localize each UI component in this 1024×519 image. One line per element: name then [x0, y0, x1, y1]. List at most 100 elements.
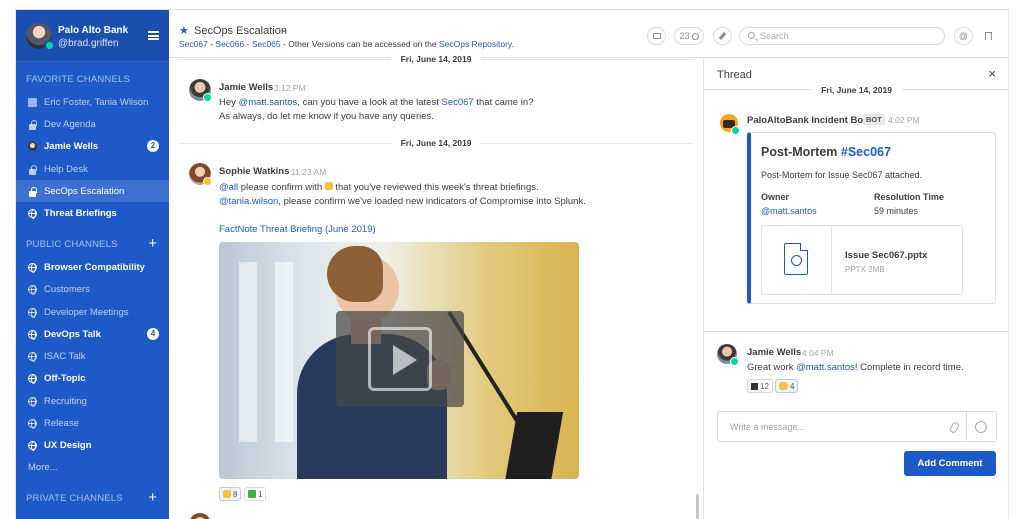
attachment-icon[interactable]	[948, 420, 961, 435]
sidebar-item-threat-briefings[interactable]: Threat Briefings	[16, 202, 169, 224]
file-icon-area	[762, 226, 832, 294]
username: @brad.griffen	[58, 38, 119, 49]
sidebar-item-isac-talk[interactable]: ISAC Talk	[16, 345, 169, 367]
reply-input[interactable]: Write a message...	[717, 411, 997, 442]
app-window: Palo Alto Bank @brad.griffen FAVORITE CH…	[16, 10, 1008, 519]
podium	[504, 412, 564, 479]
reaction-raised-hands[interactable]: 4	[775, 379, 799, 393]
sidebar-item-recruiting[interactable]: Recruiting	[16, 390, 169, 412]
resolution-time-value: 59 minutes	[874, 206, 919, 216]
sidebar-item-browser-compatibility[interactable]: Browser Compatibility	[16, 256, 169, 278]
online-status-icon	[203, 93, 212, 102]
reply-author[interactable]: Jamie Wells	[747, 347, 801, 358]
raised-hands-icon	[779, 382, 788, 390]
attachment-text: Post-Mortem for Issue Sec067 attached.	[761, 170, 923, 180]
mention-link[interactable]: @matt.santos	[796, 362, 855, 373]
thumbs-up-icon	[324, 182, 333, 190]
thread-panel: Thread × Fri, June 14, 2019 PaloAltoBank…	[703, 58, 1008, 519]
sidebar-item-off-topic[interactable]: Off-Topic	[16, 367, 169, 389]
play-icon	[368, 327, 432, 391]
post-mortem-attachment: Post-Mortem #Sec067 Post-Mortem for Issu…	[747, 132, 996, 304]
favorite-channels-header: FAVORITE CHANNELS	[26, 74, 131, 85]
mention-link[interactable]: @matt.santos	[239, 97, 298, 108]
briefing-link[interactable]: FactNote Threat Briefing (June 2019)	[219, 224, 376, 235]
sidebar-item-release[interactable]: Release	[16, 412, 169, 434]
close-icon[interactable]: ×	[988, 66, 996, 81]
add-private-channel-icon[interactable]: +	[148, 490, 157, 505]
unread-badge: 4	[147, 328, 159, 340]
add-comment-button[interactable]: Add Comment	[904, 451, 996, 476]
play-triangle	[393, 345, 417, 375]
pin-icon	[718, 31, 727, 41]
globe-icon	[28, 329, 37, 340]
hamburger-menu-icon[interactable]	[148, 31, 159, 40]
message-text: As always, do let me know if you have an…	[219, 111, 434, 122]
add-public-channel-icon[interactable]: +	[148, 236, 157, 251]
video-preview[interactable]	[219, 242, 579, 479]
reply-text: Great work @matt.santos! Complete in rec…	[747, 362, 964, 373]
check-mark-icon	[248, 490, 256, 498]
owner-mention[interactable]: @matt.santos	[761, 206, 817, 216]
globe-icon	[28, 418, 37, 429]
mention-link[interactable]: @all	[219, 182, 238, 193]
team-header[interactable]: Palo Alto Bank @brad.griffen	[16, 10, 169, 62]
message-author[interactable]: Sophie Watkins	[219, 166, 289, 177]
sidebar-item-developer-meetings[interactable]: Developer Meetings	[16, 301, 169, 323]
flag-icon	[985, 32, 992, 40]
file-name[interactable]: Issue Sec067.pptx	[845, 250, 927, 261]
reaction-thumbs-up[interactable]: 8	[219, 487, 242, 501]
away-status-icon	[203, 177, 212, 186]
message-list: Fri, June 14, 2019 Jamie Wells 3:12 PM H…	[169, 10, 703, 519]
message-author[interactable]: Jamie Wells	[219, 82, 273, 93]
message-time: 4:02 PM	[888, 115, 920, 125]
divider	[966, 412, 967, 441]
file-meta: PPTX 2MB	[845, 265, 885, 274]
sec067-link[interactable]: Sec067	[441, 97, 473, 108]
file-attachment[interactable]: Issue Sec067.pptx PPTX 2MB	[761, 225, 963, 295]
message-text: @tania.wilson, please confirm we've load…	[219, 196, 586, 207]
search-input[interactable]: Search	[739, 27, 945, 45]
sidebar-more-link[interactable]: More...	[16, 456, 169, 478]
sec067-channel-link[interactable]: #Sec067	[841, 145, 891, 159]
at-icon: @	[958, 31, 969, 41]
unread-badge: 2	[147, 140, 159, 152]
message-time: 3:12 PM	[274, 83, 306, 93]
message-time: 4:04 PM	[802, 348, 834, 358]
bot-name[interactable]: PaloAltoBank Incident Bot	[747, 115, 866, 126]
flagged-button[interactable]	[979, 27, 998, 45]
scrollbar[interactable]	[696, 494, 699, 519]
globe-icon	[28, 396, 37, 407]
online-status-icon	[44, 40, 55, 51]
bot-badge: BOT	[863, 114, 885, 125]
sidebar-item-secops-escalation[interactable]: SecOps Escalation	[16, 180, 169, 202]
globe-icon	[28, 284, 37, 295]
avatar[interactable]	[189, 513, 211, 519]
reaction-check[interactable]: 1	[244, 487, 267, 501]
sidebar-item-devops-talk[interactable]: DevOps Talk 4	[16, 323, 169, 345]
owner-label: Owner	[761, 192, 790, 202]
globe-icon	[28, 440, 37, 451]
globe-icon	[28, 208, 37, 219]
search-icon	[748, 32, 755, 39]
sidebar-item-jamie-wells[interactable]: Jamie Wells 2	[16, 135, 169, 157]
private-channels-header: PRIVATE CHANNELS	[26, 493, 123, 504]
sidebar-item-customers[interactable]: Customers	[16, 278, 169, 300]
sidebar-item-eric-tania[interactable]: Eric Foster, Tania Wilson	[16, 91, 169, 113]
emoji-icon[interactable]	[975, 421, 987, 433]
public-channels-header: PUBLIC CHANNELS	[26, 239, 118, 250]
sidebar-item-help-desk[interactable]: Help Desk	[16, 158, 169, 180]
lock-icon	[28, 119, 37, 130]
sidebar-item-ux-design[interactable]: UX Design	[16, 434, 169, 456]
dm-icon	[28, 97, 37, 107]
document-icon	[784, 243, 808, 275]
mention-link[interactable]: @tania.wilson	[219, 196, 278, 207]
message-text: Hey @matt.santos, can you have a look at…	[219, 97, 534, 108]
window-shape	[239, 262, 257, 442]
date-separator: Fri, June 14, 2019	[169, 137, 703, 149]
sidebar-item-dev-agenda[interactable]: Dev Agenda	[16, 113, 169, 135]
pinned-button[interactable]	[713, 27, 732, 45]
reaction-square[interactable]: 12	[747, 379, 773, 393]
thumbs-up-icon	[223, 490, 231, 498]
mentions-button[interactable]: @	[954, 27, 973, 45]
play-button[interactable]	[336, 311, 464, 407]
